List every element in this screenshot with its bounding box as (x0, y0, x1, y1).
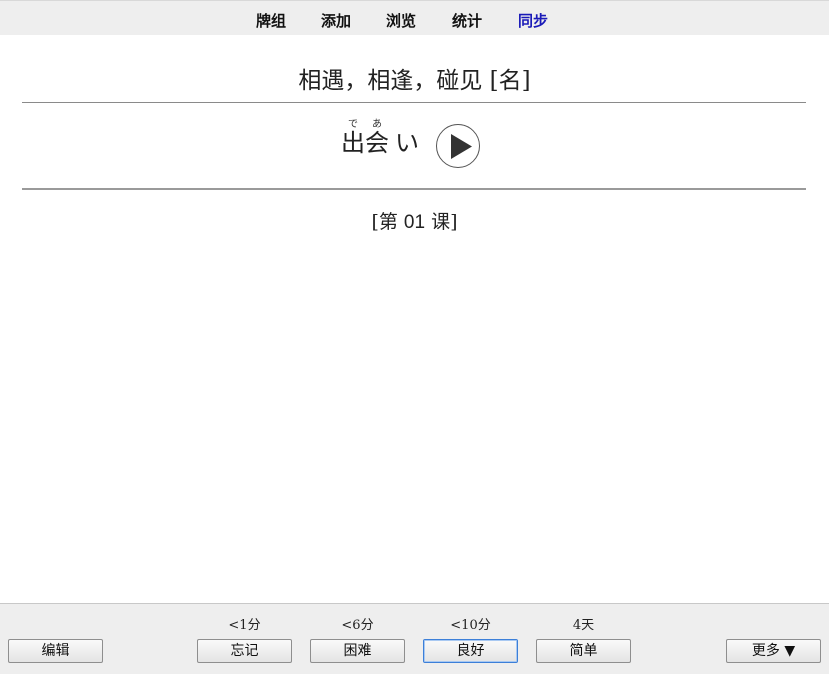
answer-bar: 编辑 <1分 <6分 <10分 4天 忘记 困难 良好 简单 更多 ▼ (0, 603, 829, 674)
nav-decks[interactable]: 牌组 (256, 10, 286, 31)
more-button[interactable]: 更多 ▼ (726, 639, 821, 663)
nav-sync[interactable]: 同步 (518, 10, 548, 31)
nav-browse[interactable]: 浏览 (386, 10, 416, 31)
hard-button[interactable]: 困难 (310, 639, 405, 663)
word-okurigana: い (395, 129, 419, 157)
play-audio-button[interactable] (436, 124, 480, 168)
interval-easy: 4天 (572, 618, 595, 633)
lesson-open: [第 (371, 211, 404, 233)
easy-button[interactable]: 简单 (536, 639, 631, 663)
word-kanji-2: 会あ (365, 119, 389, 157)
card-meaning: 相遇，相逢，碰见 [名] (298, 68, 531, 94)
nav-stats[interactable]: 统计 (452, 10, 482, 31)
nav-add[interactable]: 添加 (321, 10, 351, 31)
interval-hard: <6分 (341, 618, 374, 633)
interval-again: <1分 (228, 618, 261, 633)
divider-top (22, 102, 806, 103)
word-furigana-1: で (341, 119, 365, 130)
good-button[interactable]: 良好 (423, 639, 518, 663)
top-toolbar: 牌组 添加 浏览 统计 同步 (0, 0, 829, 35)
card-word: 出で会あい (341, 119, 419, 155)
word-furigana-2: あ (365, 119, 389, 130)
word-row: 出で会あい (0, 117, 829, 177)
again-button[interactable]: 忘记 (197, 639, 292, 663)
card-view: 相遇，相逢，碰见 [名] 出で会あい [第 01 课] (0, 35, 829, 603)
divider-bottom (22, 188, 806, 190)
lesson-number: 01 (403, 212, 426, 233)
lesson-close: 课] (425, 211, 458, 233)
play-icon (451, 134, 472, 159)
edit-button[interactable]: 编辑 (8, 639, 103, 663)
word-kanji-1: 出で (341, 119, 365, 157)
lesson-tag: [第 01 课] (0, 207, 829, 234)
interval-good: <10分 (450, 618, 491, 633)
